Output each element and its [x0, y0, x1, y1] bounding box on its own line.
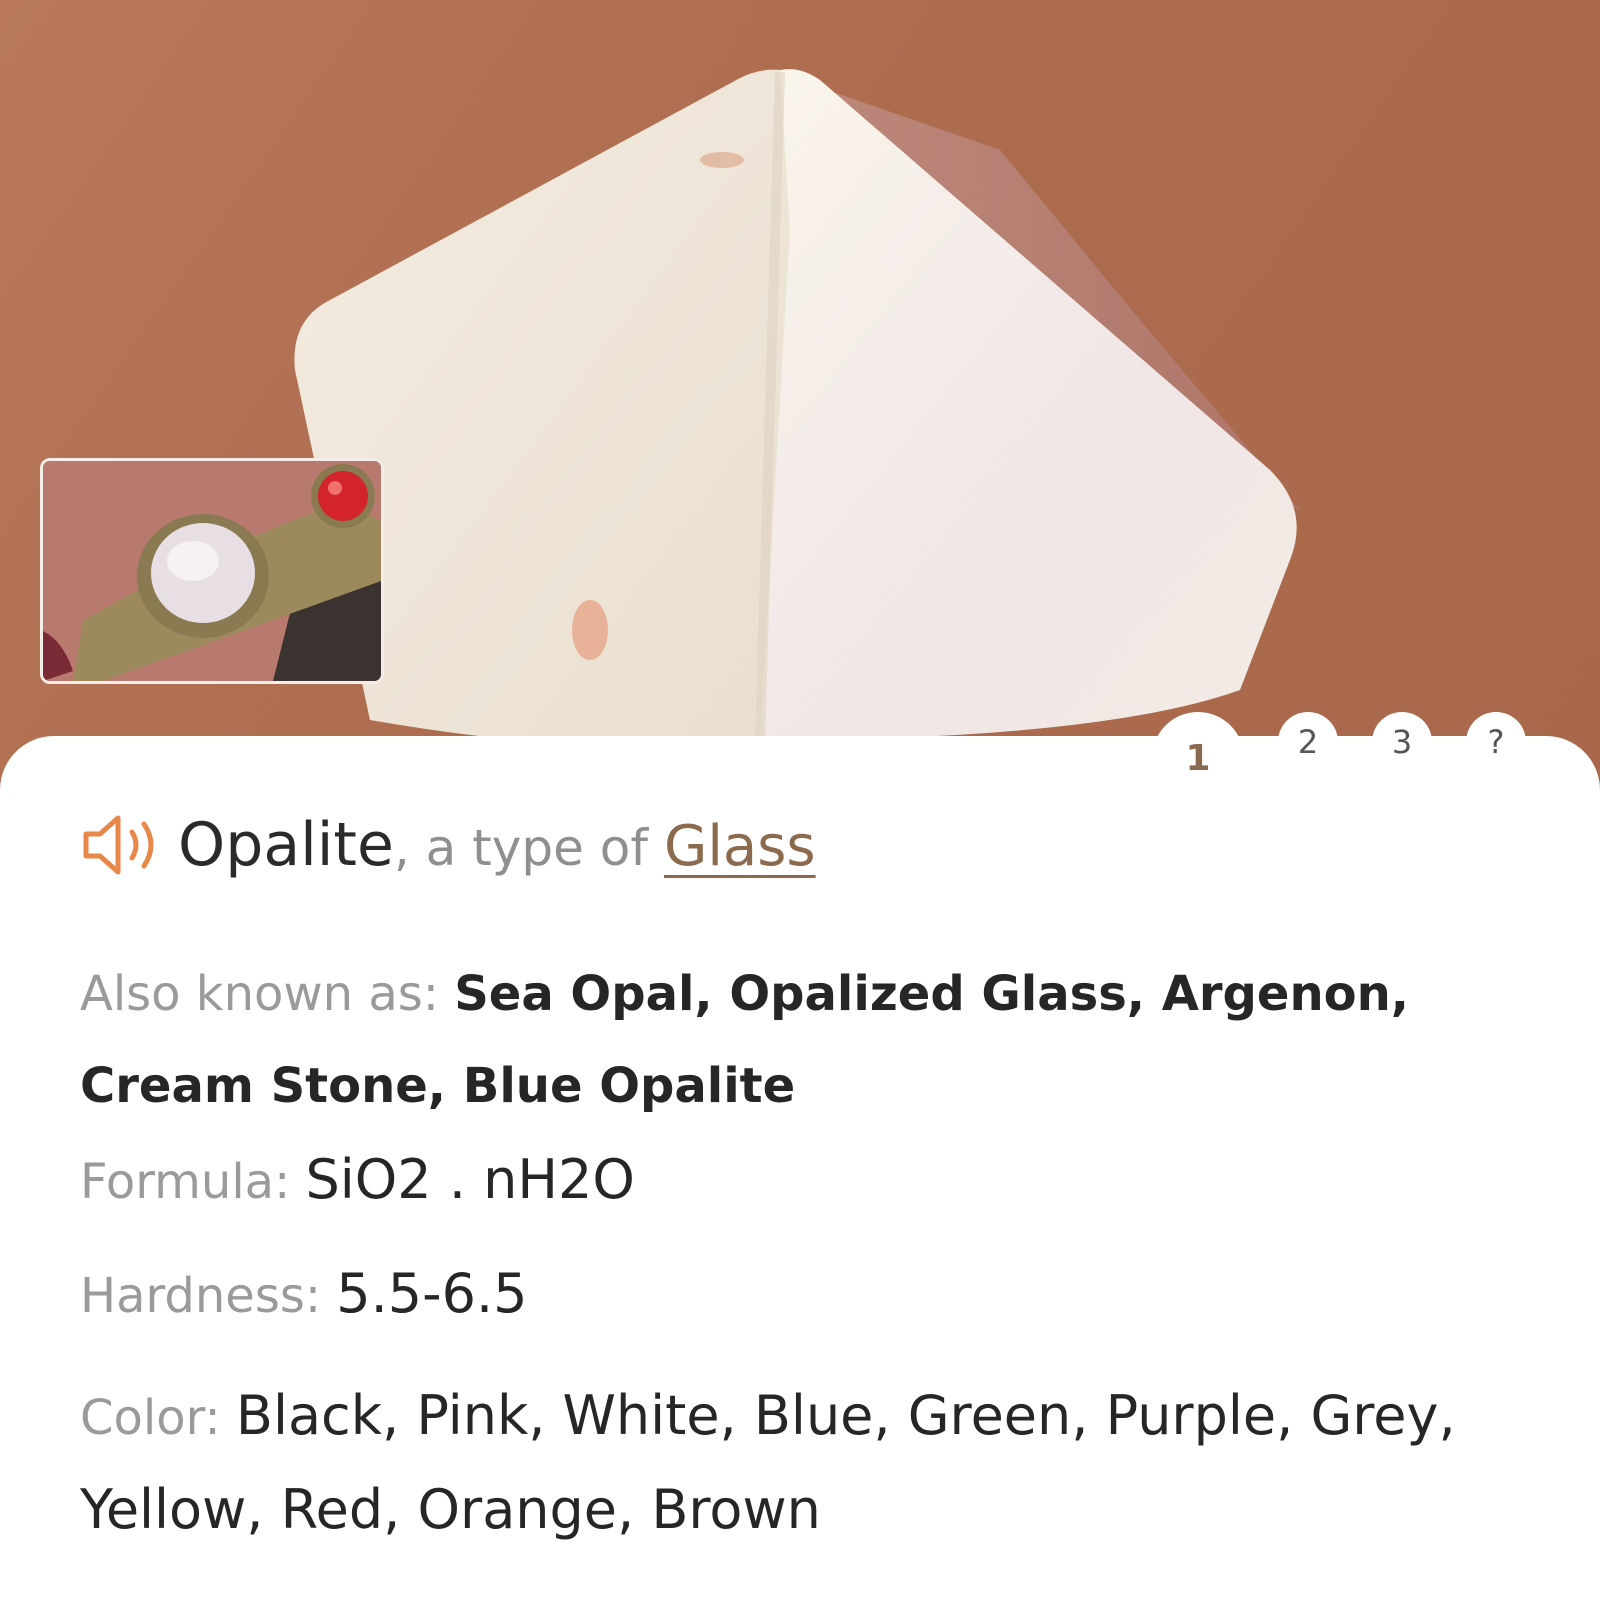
formula-row: Formula: SiO2 . nH2O — [80, 1148, 1540, 1214]
tab-help[interactable]: ? — [1466, 712, 1526, 772]
formula-label: Formula: — [80, 1154, 306, 1210]
speaker-icon[interactable] — [80, 812, 166, 878]
thumbnail-photo[interactable] — [40, 458, 384, 684]
title-row: Opalite , a type of Glass — [80, 810, 816, 880]
type-link[interactable]: Glass — [664, 814, 816, 879]
formula-value: SiO2 . nH2O — [305, 1148, 635, 1211]
aka-label: Also known as: — [80, 966, 455, 1022]
result-tabs: 1 2 3 ? — [1152, 660, 1526, 824]
color-row: Color: Black, Pink, White, Blue, Green, … — [80, 1370, 1540, 1556]
tab-1[interactable]: 1 — [1152, 712, 1244, 824]
color-value: Black, Pink, White, Blue, Green, Purple,… — [80, 1384, 1456, 1541]
tab-3[interactable]: 3 — [1372, 712, 1432, 772]
color-label: Color: — [80, 1390, 236, 1446]
ring-thumbnail-image — [43, 461, 381, 681]
hardness-label: Hardness: — [80, 1268, 337, 1324]
tab-2[interactable]: 2 — [1278, 712, 1338, 772]
type-prefix: , a type of — [393, 819, 648, 877]
mineral-name: Opalite — [178, 810, 394, 880]
aka-row: Also known as: Sea Opal, Opalized Glass,… — [80, 948, 1540, 1132]
hardness-value: 5.5-6.5 — [336, 1262, 528, 1325]
hardness-row: Hardness: 5.5-6.5 — [80, 1262, 1540, 1328]
